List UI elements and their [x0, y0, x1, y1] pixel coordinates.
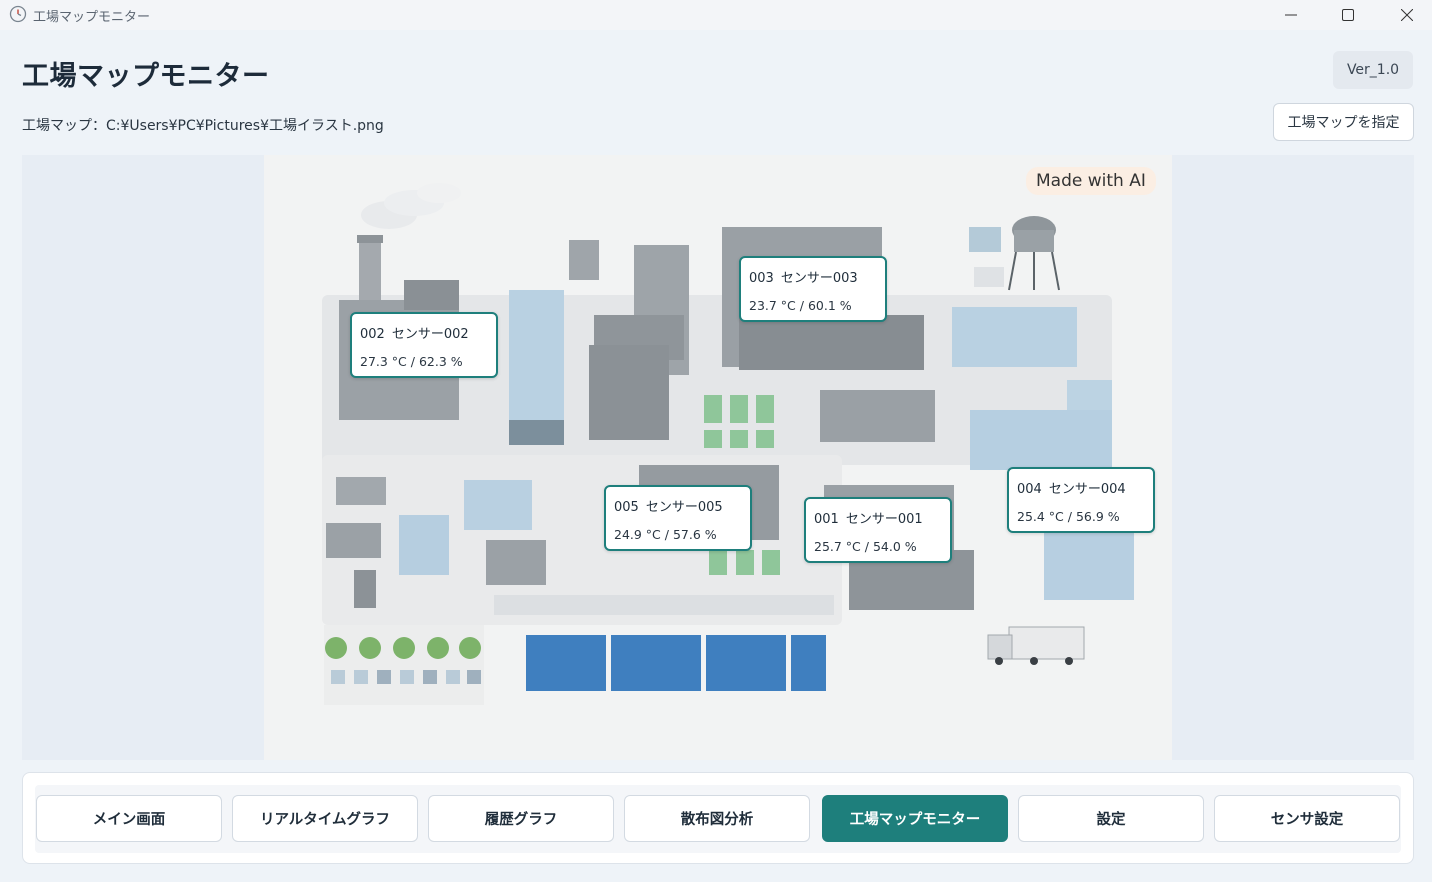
map-area: Made with AI 002 センサー002 27.3 °C / 62.3 %…	[22, 155, 1414, 760]
window-title: 工場マップモニター	[33, 10, 151, 25]
sensor-name: センサー002	[391, 327, 469, 342]
sensor-card-004[interactable]: 004 センサー004 25.4 °C / 56.9 %	[1007, 467, 1155, 533]
sensor-name: センサー001	[845, 512, 923, 527]
map-path-label: 工場マップ：	[22, 118, 106, 134]
nav-realtime-graph[interactable]: リアルタイムグラフ	[232, 795, 418, 842]
minimize-button[interactable]	[1268, 0, 1314, 30]
map-path-value: C:¥Users¥PC¥Pictures¥工場イラスト.png	[106, 118, 384, 134]
page-title: 工場マップモニター	[22, 61, 270, 92]
maximize-icon	[1342, 9, 1354, 21]
sensor-reading: 25.4 °C / 56.9 %	[1017, 509, 1120, 524]
choose-map-button[interactable]: 工場マップを指定	[1273, 103, 1414, 141]
sensor-reading: 23.7 °C / 60.1 %	[749, 298, 852, 313]
sensor-name: センサー003	[780, 271, 858, 286]
sensor-id: 004	[1017, 482, 1042, 497]
sensor-card-003[interactable]: 003 センサー003 23.7 °C / 60.1 %	[739, 256, 887, 322]
factory-map-image: Made with AI	[264, 155, 1172, 760]
sensor-card-005[interactable]: 005 センサー005 24.9 °C / 57.6 %	[604, 485, 752, 551]
version-badge: Ver_1.0	[1333, 51, 1413, 89]
map-path: 工場マップ：C:¥Users¥PC¥Pictures¥工場イラスト.png	[22, 115, 384, 135]
nav-bar: メイン画面 リアルタイムグラフ 履歴グラフ 散布図分析 工場マップモニター 設定…	[35, 785, 1401, 853]
made-with-ai-badge: Made with AI	[1026, 167, 1156, 195]
factory-illustration	[322, 183, 1134, 705]
nav-sensor-settings[interactable]: センサ設定	[1214, 795, 1400, 842]
minimize-icon	[1285, 14, 1297, 16]
nav-factory-map-monitor[interactable]: 工場マップモニター	[822, 795, 1008, 842]
nav-panel: メイン画面 リアルタイムグラフ 履歴グラフ 散布図分析 工場マップモニター 設定…	[22, 772, 1414, 864]
sensor-name: センサー004	[1048, 482, 1126, 497]
sensor-name: センサー005	[645, 500, 723, 515]
clock-icon	[9, 5, 27, 23]
sensor-id: 002	[360, 327, 385, 342]
maximize-button[interactable]	[1325, 0, 1371, 30]
sensor-id: 003	[749, 271, 774, 286]
nav-history-graph[interactable]: 履歴グラフ	[428, 795, 614, 842]
nav-main-screen[interactable]: メイン画面	[36, 795, 222, 842]
close-button[interactable]	[1384, 0, 1430, 30]
sensor-card-002[interactable]: 002 センサー002 27.3 °C / 62.3 %	[350, 312, 498, 378]
window-titlebar: 工場マップモニター	[0, 0, 1432, 30]
sensor-reading: 25.7 °C / 54.0 %	[814, 539, 917, 554]
sensor-reading: 27.3 °C / 62.3 %	[360, 354, 463, 369]
sensor-reading: 24.9 °C / 57.6 %	[614, 527, 717, 542]
close-icon	[1401, 9, 1413, 21]
nav-settings[interactable]: 設定	[1018, 795, 1204, 842]
sensor-card-001[interactable]: 001 センサー001 25.7 °C / 54.0 %	[804, 497, 952, 563]
sensor-id: 001	[814, 512, 839, 527]
nav-scatter-analysis[interactable]: 散布図分析	[624, 795, 810, 842]
sensor-id: 005	[614, 500, 639, 515]
